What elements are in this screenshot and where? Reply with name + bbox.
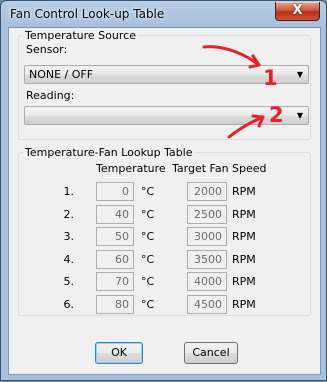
- dialog-window: Fan Control Look-up Table X Temperature …: [0, 0, 327, 381]
- annotation-marker-2: 2: [269, 103, 284, 127]
- annotation-arrow-1: [202, 45, 261, 69]
- annotation-overlay: 1 2: [202, 45, 284, 139]
- annotation-marker-1: 1: [263, 66, 278, 90]
- annotation-arrow-2: [227, 114, 265, 139]
